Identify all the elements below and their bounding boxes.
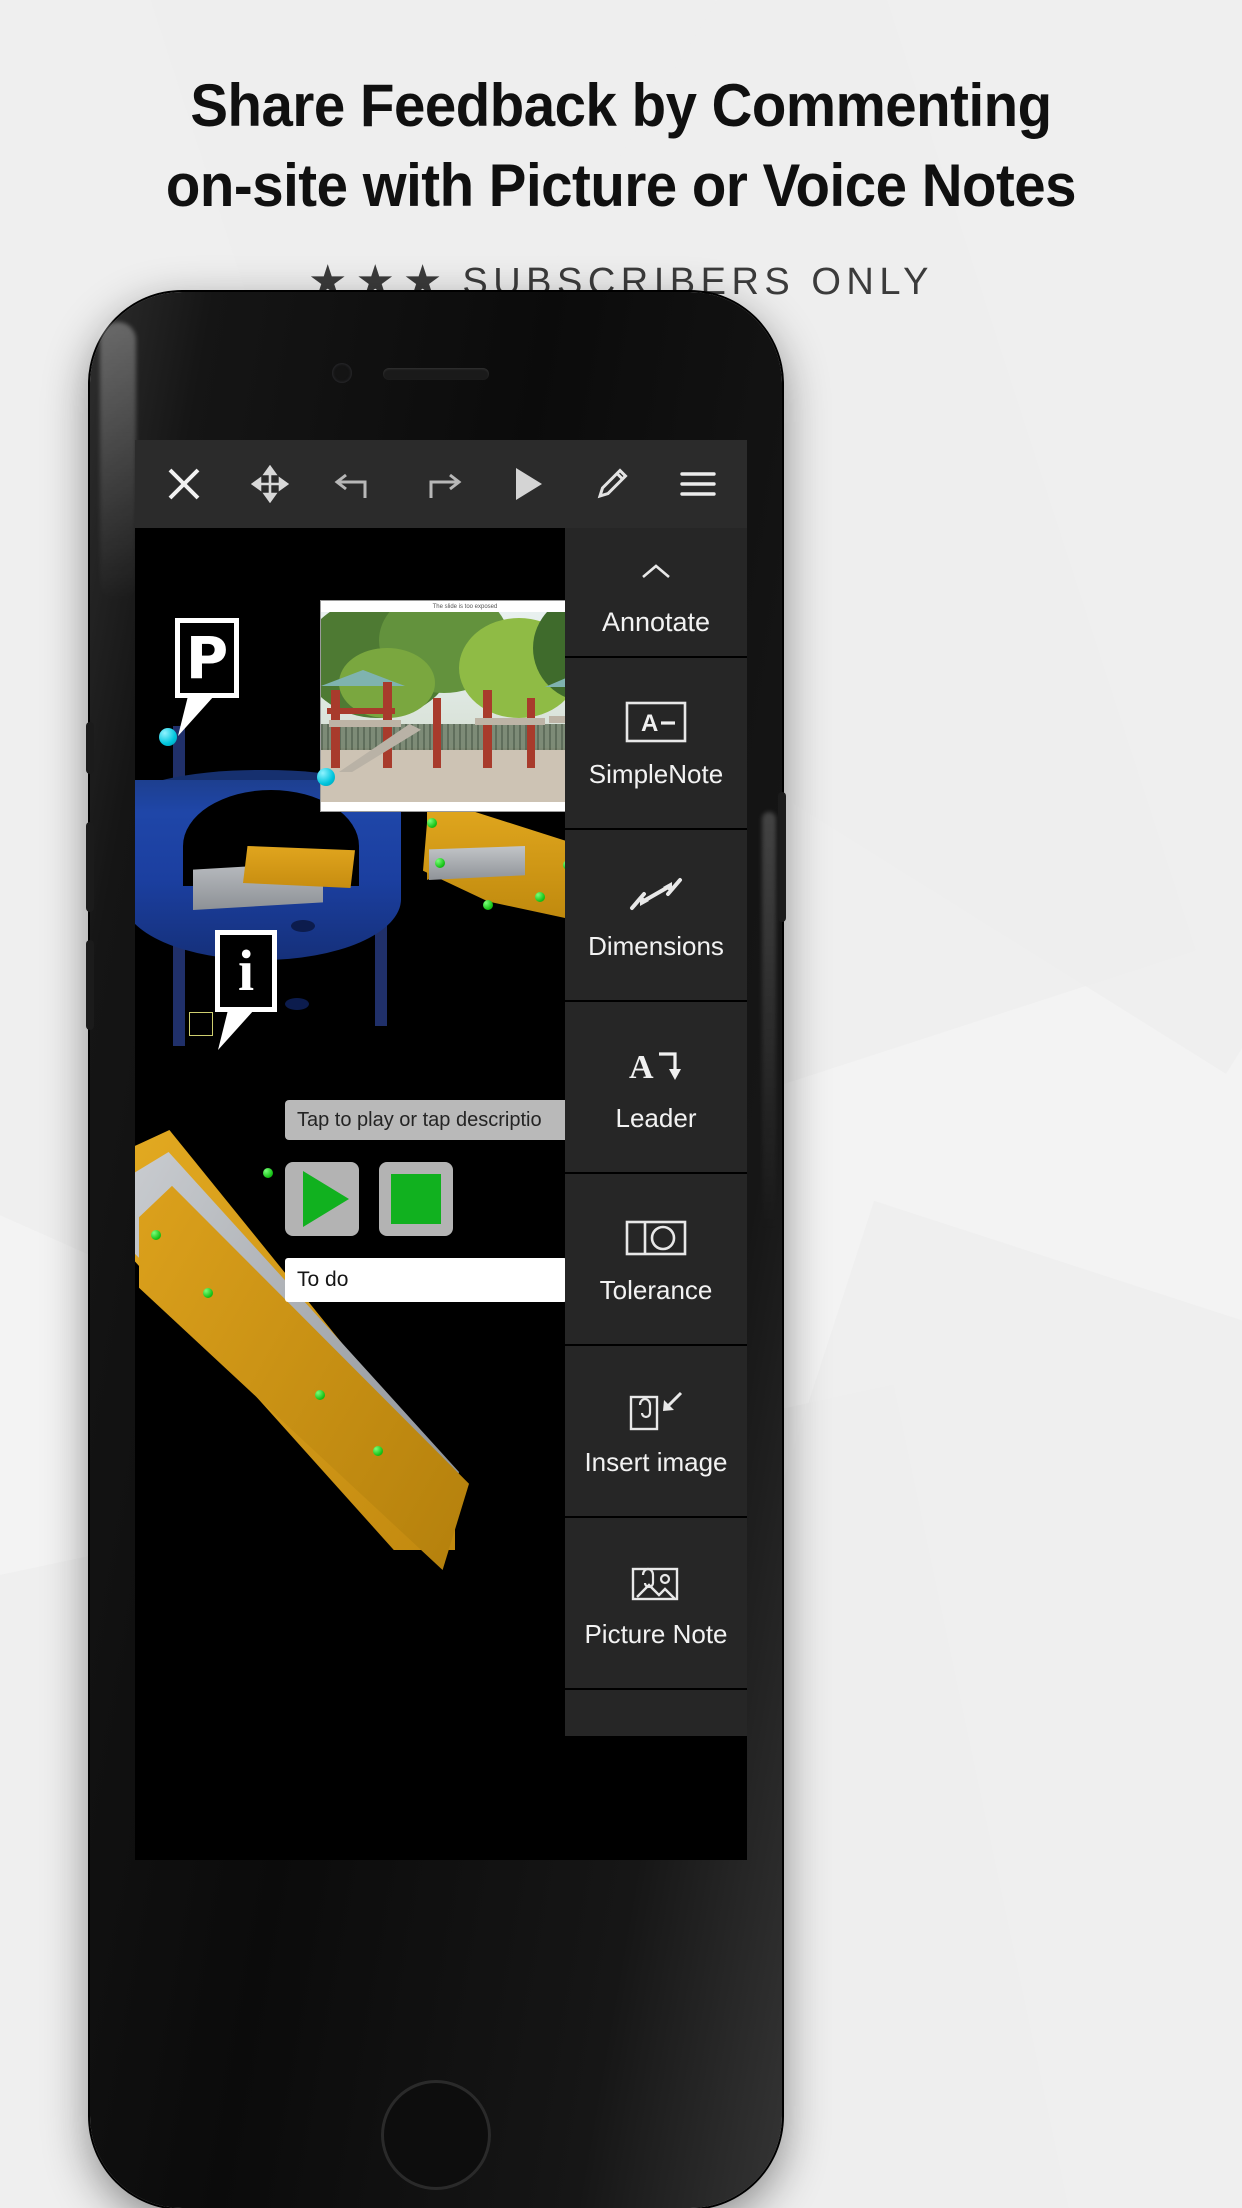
chevron-up-icon [639,549,673,595]
phone-power-button [778,792,786,922]
audio-play-button[interactable] [285,1162,359,1236]
menu-item-dimensions-label: Dimensions [588,931,724,961]
photo-post [331,690,340,768]
menu-item-tolerance[interactable]: Tolerance [565,1174,747,1346]
vertex-dot [203,1288,213,1298]
picture-note-icon [625,1559,687,1605]
hamburger-icon [680,472,716,496]
menu-item-simplenote-label: SimpleNote [588,759,724,789]
play-icon [303,1171,349,1227]
anchor-point[interactable] [159,728,177,746]
stop-icon [391,1174,441,1224]
vertex-dot [315,1390,325,1400]
play-icon [515,468,542,500]
selection-handle[interactable] [189,1012,213,1036]
anchor-point[interactable] [317,768,335,786]
menu-item-tolerance-label: Tolerance [599,1275,713,1305]
leader-arrow-icon: A [625,1043,687,1089]
audio-hint-text: Tap to play or tap descriptio [297,1108,542,1131]
menu-item-leader-label: Leader [615,1103,697,1133]
media-controls [285,1162,453,1236]
phone-mockup: The slide is too exposed P i Tap to play… [86,292,786,2208]
phone-screen: The slide is too exposed P i Tap to play… [135,440,747,1860]
menu-item-next-partial[interactable] [565,1690,747,1738]
close-button[interactable] [157,457,211,511]
vertex-dot [483,900,493,910]
menu-item-simplenote[interactable]: A SimpleNote [565,658,747,830]
play-button[interactable] [500,457,554,511]
vertex-dot [427,818,437,828]
audio-hint-bar[interactable]: Tap to play or tap descriptio [285,1100,585,1140]
callout-tail [218,1010,254,1050]
front-camera [332,363,352,383]
menu-item-leader[interactable]: A Leader [565,1002,747,1174]
model-hole [291,920,315,932]
undo-button[interactable] [328,457,382,511]
page-title: Share Feedback by Commenting on-site wit… [37,0,1204,216]
menu-button[interactable] [671,457,725,511]
phone-glint [100,322,136,602]
headline-line-2: on-site with Picture or Voice Notes [165,152,1077,219]
vertex-dot [535,892,545,902]
menu-item-picture-note[interactable]: Picture Note [565,1518,747,1690]
vertex-dot [263,1168,273,1178]
vertex-dot [373,1446,383,1456]
pencil-icon [597,468,628,499]
phone-volume-down-button [86,940,94,1030]
app-toolbar [135,440,747,528]
headline-line-1: Share Feedback by Commenting [190,72,1052,139]
home-button[interactable] [381,2080,491,2190]
edit-button[interactable] [585,457,639,511]
annotate-menu-header-label: Annotate [601,606,711,637]
promo-header: Share Feedback by Commenting on-site wit… [0,0,1242,304]
text-box-icon: A [625,699,687,745]
photo-rail [327,708,395,714]
audio-stop-button[interactable] [379,1162,453,1236]
svg-text:A: A [629,1049,654,1086]
annotate-side-menu: Annotate A SimpleNote Dimensions A Leade… [565,528,747,1860]
dimension-arrow-icon [626,871,686,917]
undo-icon [334,473,367,498]
photo-post [483,690,492,768]
photo-deck [475,718,545,725]
redo-button[interactable] [414,457,468,511]
phone-glint [762,812,776,1232]
photo-deck [329,720,401,727]
menu-item-insert-image-label: Insert image [584,1447,728,1477]
phone-mute-switch [86,722,94,774]
callout-tail [178,696,214,736]
photo-post [527,698,535,768]
picture-note-marker-label: P [185,624,229,692]
photo-post [433,698,441,768]
menu-item-dimensions[interactable]: Dimensions [565,830,747,1002]
model-gold-seat [243,846,355,888]
slide-gold-rail-2 [139,1185,469,1570]
info-note-marker-label: i [237,938,255,1003]
move-button[interactable] [243,457,297,511]
todo-input-value: To do [297,1268,349,1291]
earpiece-speaker [383,368,489,380]
picture-note-marker[interactable]: P [175,618,239,698]
model-hole [285,998,309,1010]
move-icon [250,465,289,503]
phone-volume-up-button [86,822,94,912]
model-canvas[interactable]: The slide is too exposed P i Tap to play… [135,528,747,1860]
redo-icon [429,473,462,498]
todo-input[interactable]: To do [285,1258,567,1302]
menu-item-insert-image[interactable]: Insert image [565,1346,747,1518]
vertex-dot [435,858,445,868]
insert-image-icon [625,1387,687,1433]
menu-item-picture-note-label: Picture Note [584,1619,728,1649]
close-icon [168,468,200,500]
annotate-menu-header[interactable]: Annotate [565,528,747,658]
vertex-dot [151,1230,161,1240]
svg-text:A: A [641,710,658,737]
info-note-marker[interactable]: i [215,930,277,1012]
tolerance-box-icon [625,1215,687,1261]
